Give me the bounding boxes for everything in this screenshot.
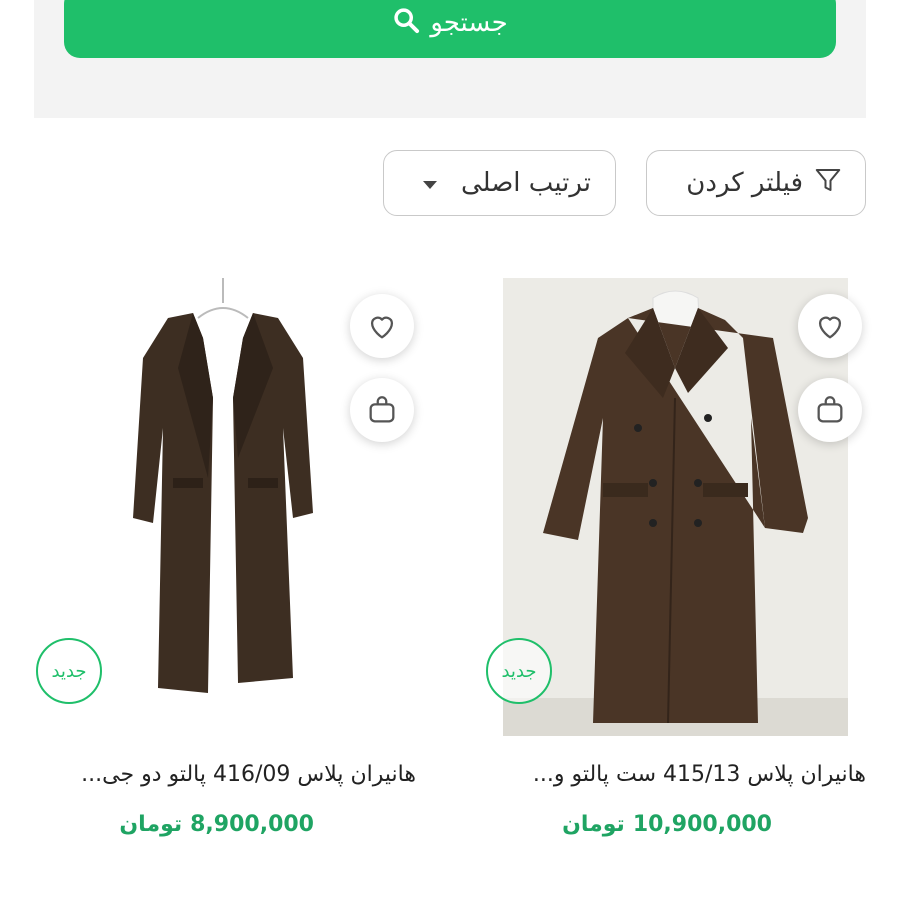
product-price: 8,900,000 تومان (119, 812, 314, 837)
search-button-label: جستجو (430, 8, 508, 38)
price-currency: تومان (562, 812, 625, 837)
product-title[interactable]: هانیران پلاس 416/09 پالتو دو جی... (81, 762, 416, 787)
search-button[interactable]: جستجو (64, 0, 836, 58)
filter-label: فیلتر کردن (686, 168, 803, 198)
search-icon (392, 6, 420, 41)
new-badge: جدید (36, 638, 102, 704)
shopping-bag-icon (369, 396, 395, 423)
price-value: 10,900,000 (632, 812, 772, 837)
add-to-cart-button[interactable] (798, 378, 862, 442)
product-title[interactable]: هانیران پلاس 415/13 ست پالتو و... (533, 762, 866, 787)
product-image[interactable] (503, 278, 848, 736)
price-currency: تومان (119, 812, 183, 837)
chevron-down-icon (422, 181, 437, 189)
filter-button[interactable]: فیلتر کردن (646, 150, 866, 216)
price-value: 8,900,000 (190, 812, 314, 837)
new-badge: جدید (486, 638, 552, 704)
wishlist-button[interactable] (350, 294, 414, 358)
filter-icon (813, 165, 843, 202)
sort-selected-label: ترتیب اصلی (460, 168, 591, 198)
product-image[interactable] (98, 278, 353, 736)
heart-icon (370, 316, 394, 339)
add-to-cart-button[interactable] (350, 378, 414, 442)
product-price: 10,900,000 تومان (562, 812, 772, 837)
heart-icon (818, 316, 842, 339)
sort-select[interactable]: ترتیب اصلی (383, 150, 616, 216)
shopping-bag-icon (817, 396, 843, 423)
wishlist-button[interactable] (798, 294, 862, 358)
